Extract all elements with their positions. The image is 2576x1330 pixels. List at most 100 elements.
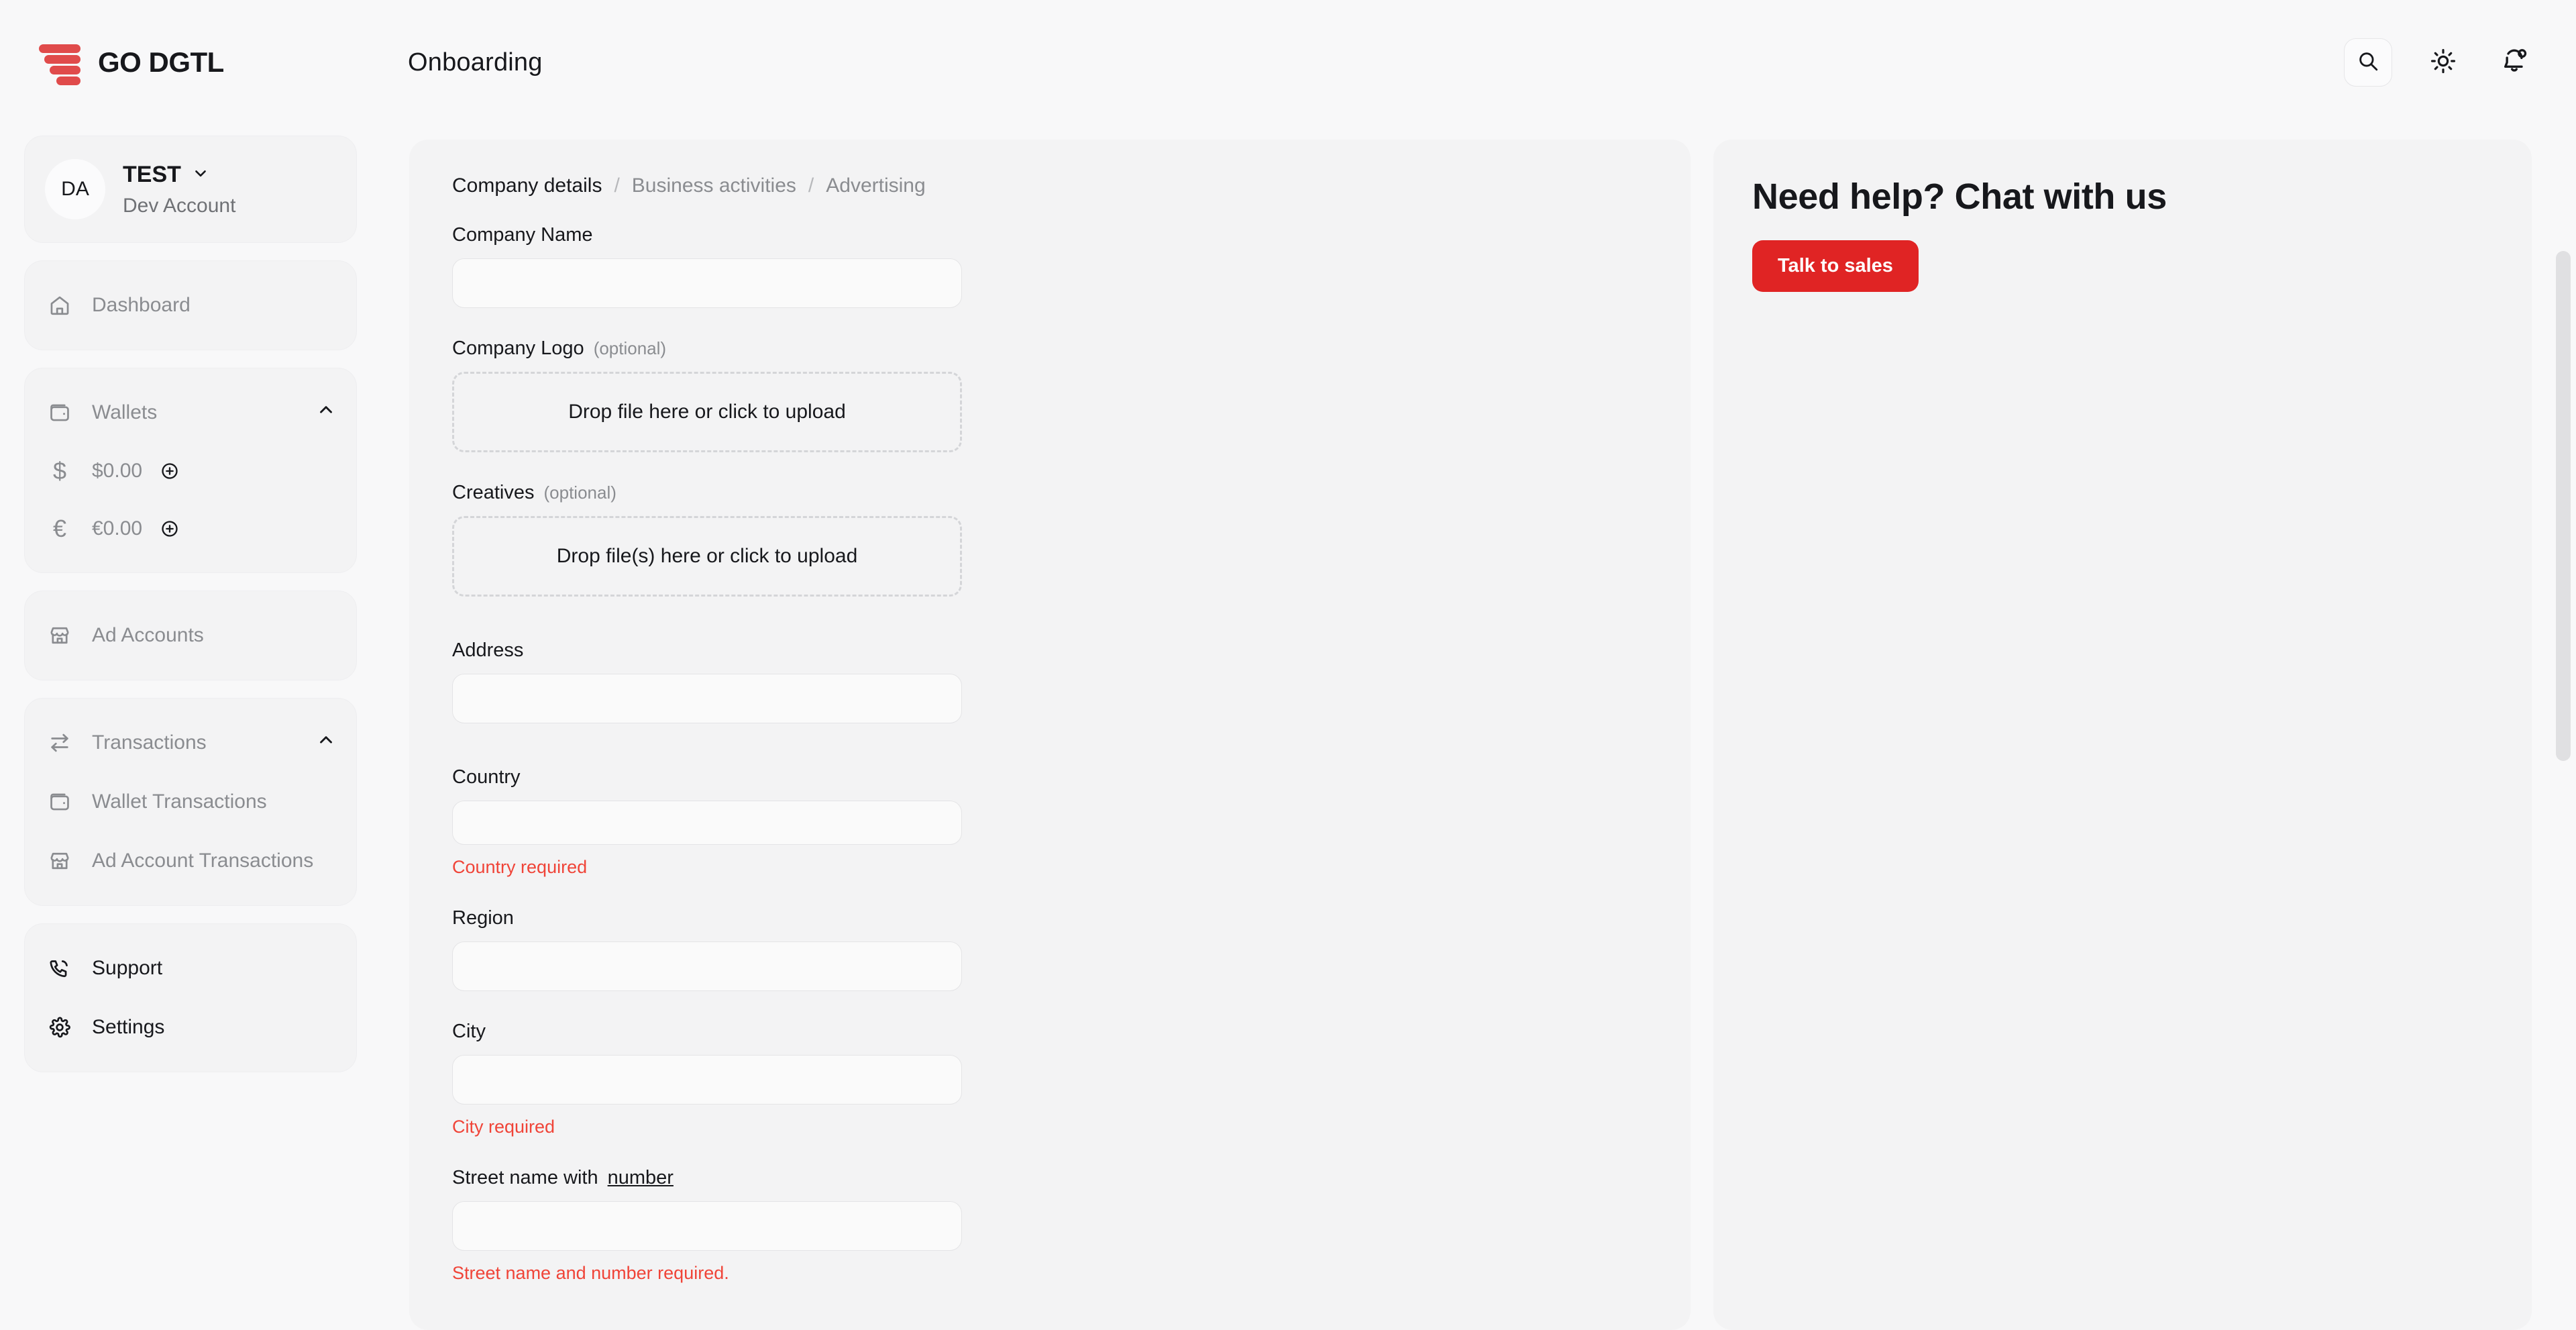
dropzone-label: Drop file(s) here or click to upload — [557, 545, 858, 568]
sidebar-item-ad-account-transactions[interactable]: Ad Account Transactions — [25, 831, 356, 890]
talk-to-sales-button[interactable]: Talk to sales — [1752, 240, 1919, 292]
breadcrumb: Company details / Business activities / … — [452, 174, 1648, 197]
dropzone-label: Drop file here or click to upload — [568, 401, 846, 423]
street-label: Street name with number — [452, 1167, 1648, 1189]
city-label: City — [452, 1021, 1648, 1043]
dollar-icon: $ — [45, 457, 74, 485]
app-root: GO DGTL Onboarding — [0, 0, 2576, 1330]
company-logo-dropzone[interactable]: Drop file here or click to upload — [452, 372, 962, 452]
sidebar-item-wallets[interactable]: Wallets — [25, 383, 356, 442]
sidebar-item-label: Transactions — [92, 731, 207, 754]
breadcrumb-separator: / — [808, 174, 814, 197]
page-title: Onboarding — [408, 48, 543, 77]
street-input[interactable] — [452, 1201, 962, 1251]
onboarding-form-panel: Company details / Business activities / … — [409, 140, 1690, 1330]
sidebar-item-settings[interactable]: Settings — [25, 998, 356, 1057]
main-content: Company details / Business activities / … — [381, 125, 2576, 1330]
home-icon — [45, 291, 74, 320]
optional-tag: (optional) — [594, 338, 666, 359]
sidebar: DA TEST Dev Account — [0, 125, 381, 1330]
sidebar-item-dashboard[interactable]: Dashboard — [25, 276, 356, 335]
sidebar-item-label: Settings — [92, 1016, 164, 1039]
company-logo-label: Company Logo (optional) — [452, 338, 1648, 360]
bell-icon — [2501, 48, 2528, 78]
top-bar-actions — [2344, 38, 2576, 87]
brand-name: GO DGTL — [98, 46, 224, 79]
sidebar-item-label: Ad Account Transactions — [92, 850, 313, 872]
gear-icon — [45, 1013, 74, 1042]
region-input[interactable] — [452, 941, 962, 991]
wallet-row-eur[interactable]: € €0.00 — [25, 500, 356, 558]
breadcrumb-item-advertising[interactable]: Advertising — [826, 174, 925, 197]
phone-icon — [45, 954, 74, 983]
street-error: Street name and number required. — [452, 1263, 1648, 1284]
transfer-arrows-icon — [45, 728, 74, 758]
sidebar-item-ad-accounts[interactable]: Ad Accounts — [25, 606, 356, 665]
search-icon — [2357, 50, 2379, 76]
field-country: Country Country required — [452, 766, 1648, 878]
creatives-label: Creatives (optional) — [452, 482, 1648, 504]
avatar: DA — [45, 159, 105, 219]
street-label-number: number — [608, 1167, 674, 1189]
euro-icon: € — [45, 515, 74, 543]
sidebar-item-label: Dashboard — [92, 294, 191, 317]
sidebar-item-label: Wallets — [92, 401, 157, 424]
chevron-up-icon — [316, 400, 336, 425]
go-dgtl-funnel-icon — [39, 42, 80, 83]
help-title: Need help? Chat with us — [1752, 176, 2493, 217]
top-bar: GO DGTL Onboarding — [0, 0, 2576, 125]
help-panel: Need help? Chat with us Talk to sales — [1713, 140, 2532, 1330]
field-city: City City required — [452, 1021, 1648, 1137]
sidebar-item-support[interactable]: Support — [25, 939, 356, 998]
brand-logo[interactable]: GO DGTL — [0, 42, 381, 83]
account-name: TEST — [123, 162, 181, 188]
nav-group-ad-accounts: Ad Accounts — [24, 591, 357, 680]
country-label: Country — [452, 766, 1648, 788]
optional-tag: (optional) — [544, 482, 616, 503]
address-label: Address — [452, 640, 1648, 662]
notifications-button[interactable] — [2494, 42, 2534, 83]
nav-group-dashboard: Dashboard — [24, 260, 357, 350]
region-label: Region — [452, 907, 1648, 929]
sidebar-item-label: Support — [92, 957, 162, 980]
address-input[interactable] — [452, 674, 962, 723]
theme-toggle-button[interactable] — [2423, 42, 2463, 83]
plus-circle-icon[interactable] — [160, 519, 180, 539]
breadcrumb-item-business-activities[interactable]: Business activities — [632, 174, 796, 197]
field-region: Region — [452, 907, 1648, 991]
field-creatives: Creatives (optional) Drop file(s) here o… — [452, 482, 1648, 597]
nav-group-footer: Support Settings — [24, 923, 357, 1072]
plus-circle-icon[interactable] — [160, 461, 180, 481]
body: DA TEST Dev Account — [0, 125, 2576, 1330]
breadcrumb-separator: / — [614, 174, 619, 197]
field-company-name: Company Name — [452, 224, 1648, 308]
sidebar-item-transactions[interactable]: Transactions — [25, 713, 356, 772]
city-error: City required — [452, 1117, 1648, 1137]
account-subtitle: Dev Account — [123, 195, 235, 217]
field-street: Street name with number Street name and … — [452, 1167, 1648, 1284]
wallet-balance: $0.00 — [92, 460, 142, 482]
company-name-input[interactable] — [452, 258, 962, 308]
sun-icon — [2430, 48, 2456, 77]
chevron-up-icon — [316, 730, 336, 756]
city-input[interactable] — [452, 1055, 962, 1105]
nav-group-transactions: Transactions Wallet Transactions — [24, 698, 357, 906]
nav-group-wallets: Wallets $ $0.00 € €0.00 — [24, 368, 357, 573]
wallet-balance: €0.00 — [92, 517, 142, 540]
page-scrollbar[interactable] — [2556, 232, 2571, 1330]
account-switcher[interactable]: DA TEST Dev Account — [24, 136, 357, 243]
breadcrumb-item-company-details[interactable]: Company details — [452, 174, 602, 197]
store-icon — [45, 846, 74, 876]
field-company-logo: Company Logo (optional) Drop file here o… — [452, 338, 1648, 452]
company-name-label: Company Name — [452, 224, 1648, 246]
page-scrollbar-thumb[interactable] — [2556, 251, 2571, 761]
sidebar-item-wallet-transactions[interactable]: Wallet Transactions — [25, 772, 356, 831]
wallet-icon — [45, 398, 74, 427]
store-icon — [45, 621, 74, 650]
country-input[interactable] — [452, 801, 962, 845]
wallet-row-usd[interactable]: $ $0.00 — [25, 442, 356, 500]
sidebar-item-label: Wallet Transactions — [92, 790, 267, 813]
search-button[interactable] — [2344, 38, 2392, 87]
field-address: Address — [452, 640, 1648, 723]
creatives-dropzone[interactable]: Drop file(s) here or click to upload — [452, 516, 962, 597]
